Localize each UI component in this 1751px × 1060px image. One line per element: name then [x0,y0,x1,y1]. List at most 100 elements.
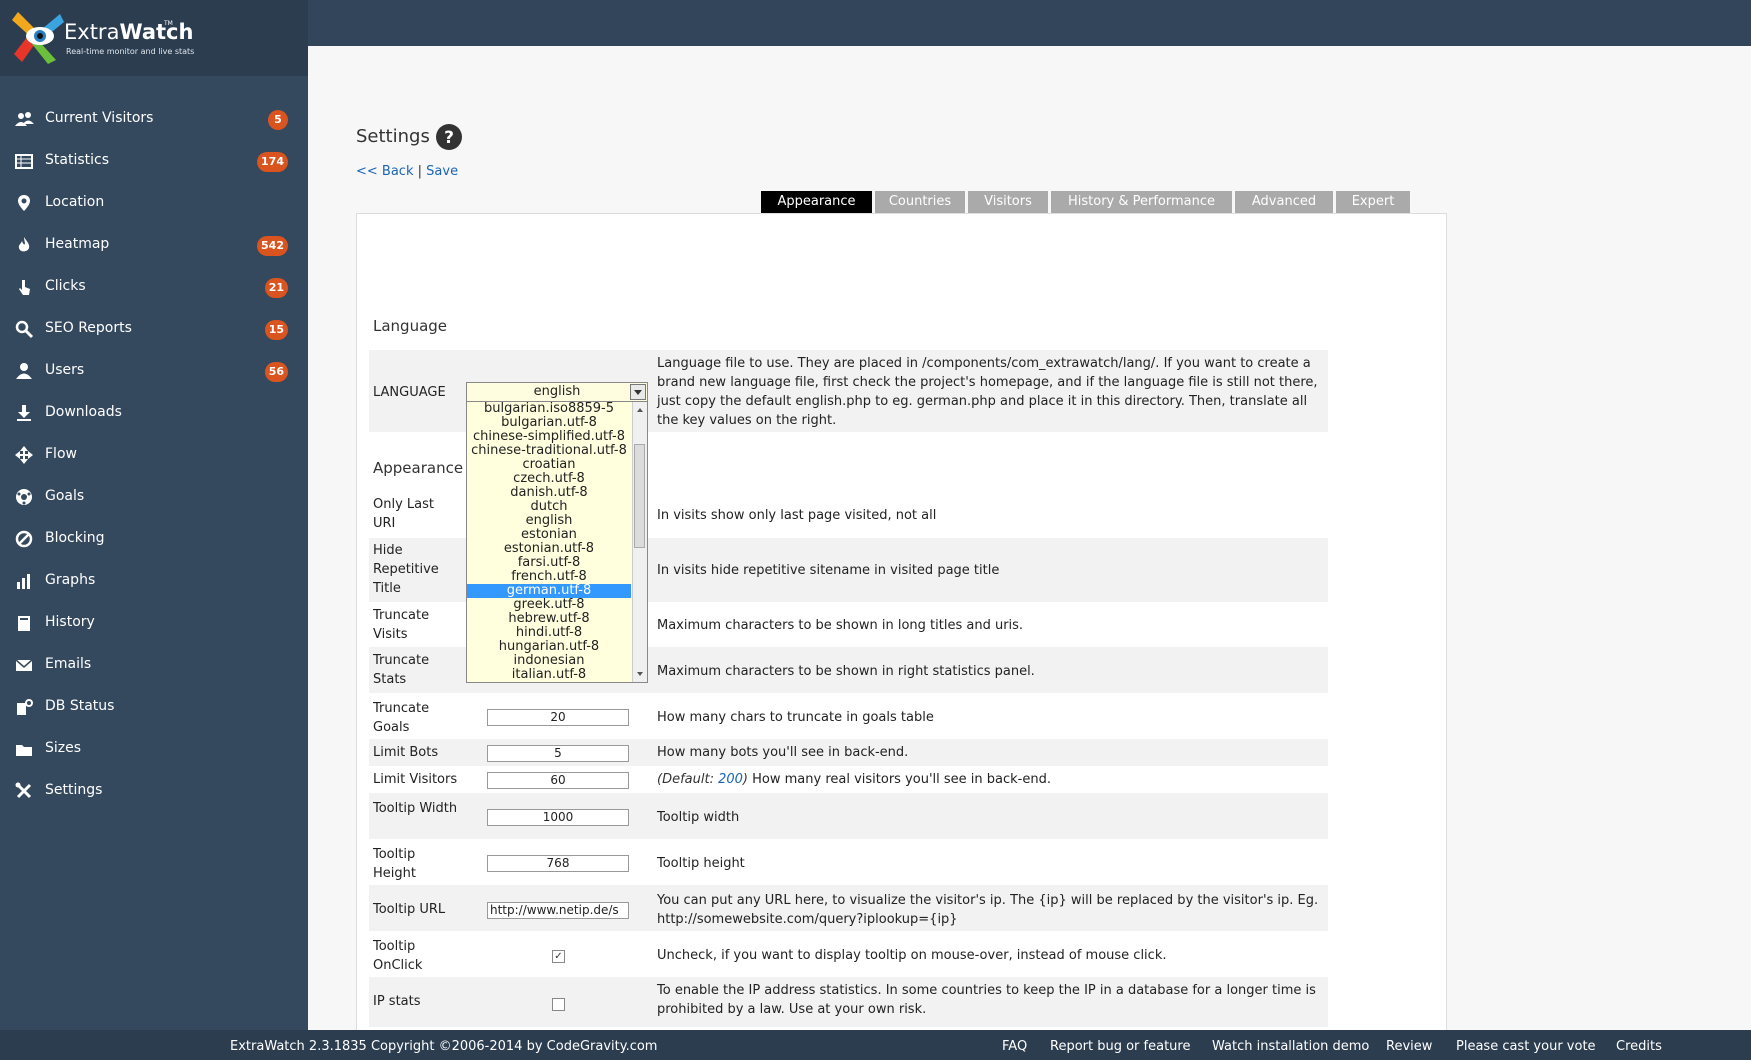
footer: ExtraWatch 2.3.1835 Copyright ©2006-2014… [0,1030,1751,1060]
language-option[interactable]: italian.utf-8 [467,668,631,682]
language-option[interactable]: czech.utf-8 [467,472,631,486]
ip-stats-checkbox[interactable] [552,998,565,1011]
sidebar-item-statistics[interactable]: Statistics 174 [0,140,308,182]
sidebar-item-graphs[interactable]: Graphs [0,560,308,602]
tab-history-performance[interactable]: History & Performance [1051,191,1232,213]
tooltip-height-input[interactable]: 768 [487,855,629,872]
language-option[interactable]: dutch [467,500,631,514]
tooltip-width-input[interactable]: 1000 [487,809,629,826]
language-description: Language file to use. They are placed in… [657,356,1318,428]
limit-bots-input[interactable]: 5 [487,745,629,762]
sidebar-item-emails[interactable]: Emails [0,644,308,686]
setting-description: To enable the IP address statistics. In … [657,983,1316,1017]
count-badge: 5 [268,110,288,130]
sidebar-item-clicks[interactable]: Clicks 21 [0,266,308,308]
sidebar-item-label: Blocking [45,530,105,546]
language-option[interactable]: croatian [467,458,631,472]
tab-countries[interactable]: Countries [875,191,965,213]
sidebar-item-blocking[interactable]: Blocking [0,518,308,560]
truncate-goals-input[interactable]: 20 [487,709,629,726]
sidebar-item-location[interactable]: Location [0,182,308,224]
footer-link-faq[interactable]: FAQ [1002,1039,1027,1054]
sidebar-item-label: Sizes [45,740,82,756]
language-dropdown-list[interactable]: bulgarian.iso8859-5 bulgarian.utf-8 chines… [466,401,648,683]
scrollbar-thumb[interactable] [634,444,645,548]
sidebar-item-label: Goals [45,488,85,504]
tab-advanced[interactable]: Advanced [1235,191,1333,213]
statistics-icon [15,154,33,169]
language-option[interactable]: indonesian [467,654,631,668]
page-links: << Back | Save [356,164,458,179]
setting-label: Truncate Stats [373,653,430,687]
tooltip-url-input[interactable]: http://www.netip.de/s [487,902,629,919]
language-heading: Language [373,317,448,335]
sidebar-item-sizes[interactable]: Sizes [0,728,308,770]
language-option[interactable]: english [467,514,631,528]
setting-row-limit-visitors: Limit Visitors 60 (Default: 200) How many … [369,766,1328,793]
app-tagline: Real-time monitor and live stats [66,47,195,56]
language-option[interactable]: estonian [467,528,631,542]
tab-appearance[interactable]: Appearance [761,191,872,213]
setting-label: Tooltip Width [373,801,458,816]
language-option[interactable]: german.utf-8 [467,584,631,598]
sidebar-item-db-status[interactable]: DB Status [0,686,308,728]
scroll-down-icon[interactable] [633,668,647,680]
language-option[interactable]: farsi.utf-8 [467,556,631,570]
settings-icon [15,782,32,799]
tab-expert[interactable]: Expert [1336,191,1410,213]
sidebar-item-current-visitors[interactable]: Current Visitors 5 [0,98,308,140]
setting-row-tooltip-width: Tooltip Width 1000 Tooltip width [369,793,1328,839]
footer-link-credits[interactable]: Credits [1616,1039,1662,1054]
sidebar-item-flow[interactable]: Flow [0,434,308,476]
setting-description: In visits show only last page visited, n… [657,508,937,523]
language-option[interactable]: hindi.utf-8 [467,626,631,640]
footer-link-please-cast-your-vote[interactable]: Please cast your vote [1456,1039,1596,1054]
sidebar-nav: Current Visitors 5 Statistics 174 Location He… [0,98,308,812]
chevron-down-icon[interactable] [630,384,646,400]
language-option[interactable]: hebrew.utf-8 [467,612,631,626]
sidebar-item-settings[interactable]: Settings [0,770,308,812]
sidebar-item-heatmap[interactable]: Heatmap 542 [0,224,308,266]
language-option[interactable]: chinese-simplified.utf-8 [467,430,631,444]
setting-label: Hide Repetitive Title [373,543,439,596]
footer-copyright: ExtraWatch 2.3.1835 Copyright ©2006-2014… [230,1039,658,1054]
search-icon [15,320,34,339]
setting-description: Tooltip height [657,856,745,871]
setting-label: Only Last URI [373,497,434,531]
footer-link-review[interactable]: Review [1386,1039,1432,1054]
sidebar-item-users[interactable]: Users 56 [0,350,308,392]
language-option[interactable]: greek.utf-8 [467,598,631,612]
footer-link-watch-installation-demo[interactable]: Watch installation demo [1212,1039,1369,1054]
back-link[interactable]: << Back [356,164,413,179]
sidebar-item-history[interactable]: History [0,602,308,644]
setting-description: Uncheck, if you want to display tooltip … [657,948,1167,963]
sidebar-item-label: Downloads [45,404,122,420]
sidebar-item-goals[interactable]: Goals [0,476,308,518]
heatmap-icon [18,237,30,252]
language-option[interactable]: danish.utf-8 [467,486,631,500]
language-select[interactable]: english [466,382,648,402]
footer-link-report-bug-or-feature[interactable]: Report bug or feature [1050,1039,1190,1054]
sidebar-item-seo-reports[interactable]: SEO Reports 15 [0,308,308,350]
language-option[interactable]: estonian.utf-8 [467,542,631,556]
setting-label: Limit Visitors [373,772,458,787]
scroll-up-icon[interactable] [633,404,647,416]
limit-visitors-input[interactable]: 60 [487,772,629,789]
sidebar-item-label: Users [45,362,85,378]
language-option[interactable]: chinese-traditional.utf-8 [467,444,631,458]
help-icon[interactable]: ? [435,123,463,151]
save-link[interactable]: Save [426,164,458,179]
language-option[interactable]: hungarian.utf-8 [467,640,631,654]
app-name: ExtraWatch [64,20,194,44]
language-option[interactable]: bulgarian.iso8859-5 [467,402,631,416]
logo[interactable]: ExtraWatch TM Real-time monitor and live… [0,0,308,76]
setting-label: Tooltip OnClick [373,939,423,973]
language-option[interactable]: bulgarian.utf-8 [467,416,631,430]
sidebar-item-label: Clicks [45,278,86,294]
sidebar-item-downloads[interactable]: Downloads [0,392,308,434]
tab-visitors[interactable]: Visitors [968,191,1048,213]
dropdown-scrollbar[interactable] [632,402,647,682]
tooltip-onclick-checkbox[interactable]: ✓ [552,950,565,963]
trademark: TM [164,20,173,27]
language-option[interactable]: french.utf-8 [467,570,631,584]
